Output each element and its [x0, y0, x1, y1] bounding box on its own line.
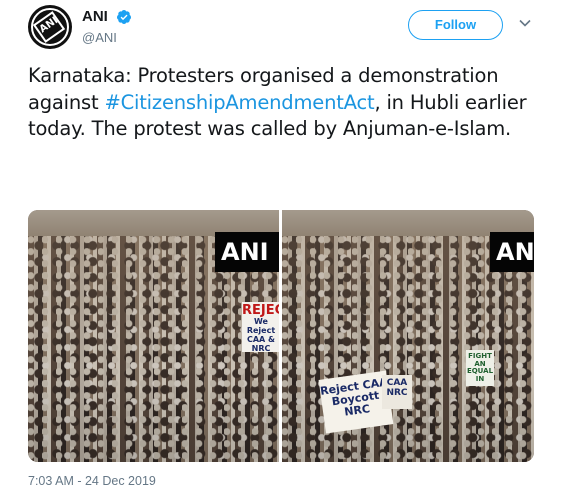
photo-right[interactable]: AN Reject CAA Boycott NRC CAA NRC FIGHT … — [282, 210, 534, 462]
ani-watermark: ANI — [215, 232, 279, 272]
author-block: ANI @ANI — [82, 8, 132, 45]
protest-sign: REJEC We Reject CAA & NRC — [242, 302, 279, 353]
protest-sign: FIGHT AN EQUAL IN — [466, 350, 494, 386]
hashtag-link[interactable]: #CitizenshipAmendmentAct — [104, 91, 374, 114]
tweet-header: ANI ANI @ANI Follow — [28, 4, 548, 49]
verified-badge-icon — [117, 9, 132, 24]
avatar[interactable]: ANI — [28, 5, 72, 49]
tweet-text: Karnataka: Protesters organised a demons… — [28, 63, 538, 143]
handle[interactable]: @ANI — [82, 30, 132, 45]
timestamp[interactable]: 7:03 AM - 24 Dec 2019 — [28, 474, 156, 485]
photo-left[interactable]: ANI REJEC We Reject CAA & NRC — [28, 210, 279, 462]
ani-watermark: AN — [490, 232, 534, 272]
display-name[interactable]: ANI — [82, 8, 108, 25]
ani-logo-text: ANI — [37, 15, 61, 36]
sign-text: We Reject CAA & NRC — [246, 317, 276, 353]
protest-sign: CAA NRC — [382, 375, 412, 409]
chevron-down-icon[interactable] — [518, 16, 532, 30]
media-grid: ANI REJEC We Reject CAA & NRC AN Reject … — [28, 210, 534, 462]
follow-button[interactable]: Follow — [408, 10, 503, 40]
sign-text: REJEC — [242, 303, 279, 318]
